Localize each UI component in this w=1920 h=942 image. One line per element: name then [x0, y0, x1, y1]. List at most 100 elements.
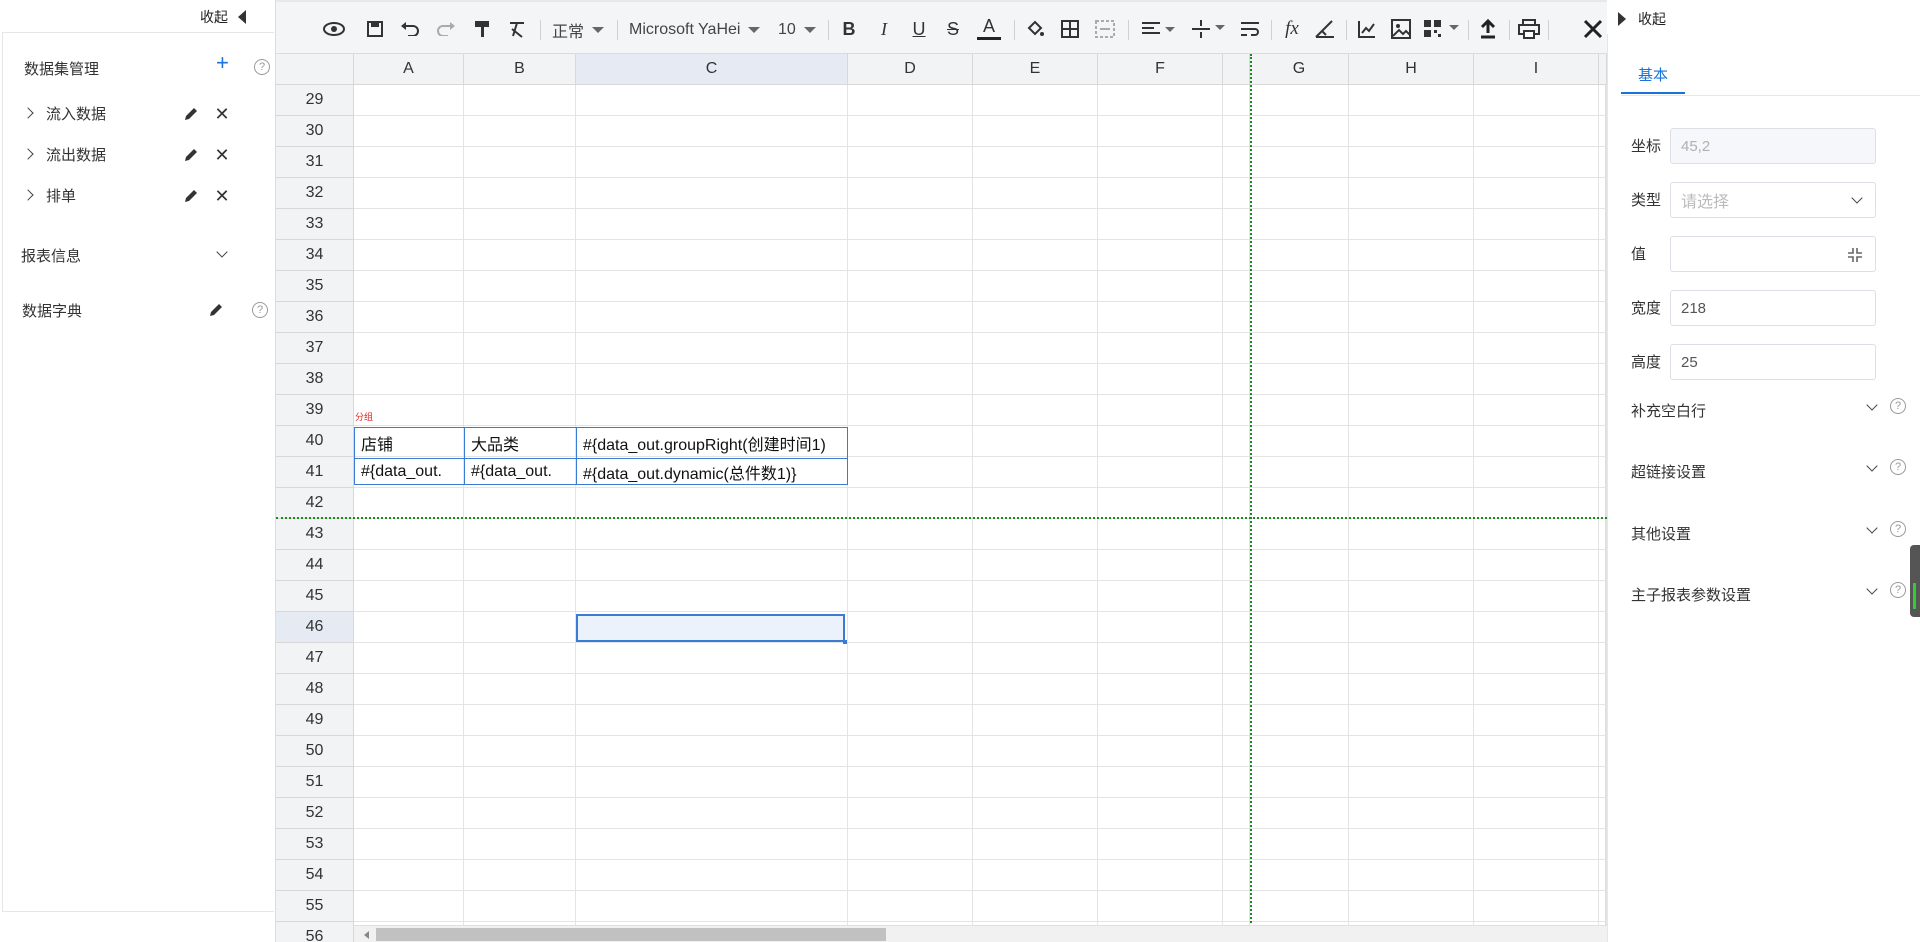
- help-icon[interactable]: ?: [1890, 582, 1906, 598]
- grid-cell[interactable]: [1599, 116, 1607, 147]
- row-header[interactable]: 44: [276, 550, 354, 581]
- dataset-item-outflow[interactable]: 流出数据: [46, 144, 106, 165]
- bold-icon[interactable]: B: [838, 16, 860, 42]
- grid-cell[interactable]: [354, 147, 464, 178]
- grid-cell[interactable]: [354, 612, 464, 643]
- grid-cell[interactable]: [1250, 240, 1349, 271]
- grid-cell[interactable]: [1599, 519, 1607, 550]
- grid-cell[interactable]: [576, 798, 848, 829]
- dataset-item-inflow[interactable]: 流入数据: [46, 103, 106, 124]
- freeze-line-vertical[interactable]: [1250, 54, 1252, 942]
- grid-cell[interactable]: [1474, 519, 1599, 550]
- format-painter-icon[interactable]: [470, 16, 494, 42]
- grid-cell[interactable]: [464, 395, 576, 426]
- grid-cell[interactable]: [576, 519, 848, 550]
- grid-cell[interactable]: [354, 116, 464, 147]
- grid-cell[interactable]: [1223, 116, 1250, 147]
- grid-cell[interactable]: [1349, 85, 1474, 116]
- edit-icon[interactable]: [183, 106, 199, 122]
- grid-cell[interactable]: [1250, 829, 1349, 860]
- grid-cell[interactable]: [1223, 364, 1250, 395]
- grid-cell[interactable]: [1349, 178, 1474, 209]
- grid-cell[interactable]: [1599, 705, 1607, 736]
- row-header[interactable]: 36: [276, 302, 354, 333]
- borders-icon[interactable]: [1058, 16, 1082, 42]
- grid-cell[interactable]: [973, 519, 1098, 550]
- clear-format-icon[interactable]: [505, 16, 529, 42]
- column-header[interactable]: H: [1349, 54, 1474, 85]
- grid-cell[interactable]: [1250, 860, 1349, 891]
- grid-cell[interactable]: [1250, 178, 1349, 209]
- grid-cell[interactable]: [1250, 581, 1349, 612]
- grid-cell[interactable]: [576, 767, 848, 798]
- grid-cell[interactable]: [354, 829, 464, 860]
- grid-cell[interactable]: [1223, 860, 1250, 891]
- grid-cell[interactable]: [1599, 426, 1607, 457]
- grid-cell[interactable]: [1349, 860, 1474, 891]
- grid-cell[interactable]: [848, 519, 973, 550]
- grid-cell[interactable]: [464, 271, 576, 302]
- grid-cell[interactable]: [1349, 705, 1474, 736]
- grid-cell[interactable]: [1349, 829, 1474, 860]
- grid-cell[interactable]: [1474, 147, 1599, 178]
- grid-cell[interactable]: [1098, 829, 1223, 860]
- fill-blank-rows-section[interactable]: 补充空白行: [1631, 400, 1706, 421]
- upload-icon[interactable]: [1475, 16, 1501, 42]
- font-family-select[interactable]: Microsoft YaHei: [629, 17, 761, 43]
- grid-cell[interactable]: [1349, 736, 1474, 767]
- grid-cell[interactable]: [1098, 85, 1223, 116]
- grid-cell[interactable]: [354, 519, 464, 550]
- grid-cell[interactable]: [464, 891, 576, 922]
- freeze-line-horizontal[interactable]: [276, 517, 1607, 519]
- grid-cell[interactable]: [848, 240, 973, 271]
- grid-cell[interactable]: [1349, 519, 1474, 550]
- grid-cell[interactable]: [1349, 612, 1474, 643]
- data-dictionary-section[interactable]: 数据字典: [22, 300, 82, 321]
- grid-cell[interactable]: [1474, 643, 1599, 674]
- grid-cell[interactable]: [848, 674, 973, 705]
- grid-cell[interactable]: [1098, 891, 1223, 922]
- grid-cell[interactable]: [1250, 798, 1349, 829]
- grid-cell[interactable]: [1349, 395, 1474, 426]
- grid-cell[interactable]: [576, 829, 848, 860]
- grid-cell[interactable]: [464, 705, 576, 736]
- row-header[interactable]: 48: [276, 674, 354, 705]
- grid-cell[interactable]: [1223, 457, 1250, 488]
- type-select[interactable]: 请选择: [1670, 182, 1876, 218]
- grid-cell[interactable]: [576, 178, 848, 209]
- grid-cell[interactable]: [1223, 240, 1250, 271]
- cell-C41[interactable]: #{data_out.dynamic(总件数1)}: [577, 459, 847, 484]
- grid-cell[interactable]: [848, 395, 973, 426]
- grid-cell[interactable]: [576, 302, 848, 333]
- edit-icon[interactable]: [183, 188, 199, 204]
- grid-cell[interactable]: [1250, 457, 1349, 488]
- grid-cell[interactable]: [1599, 860, 1607, 891]
- grid-cell[interactable]: [576, 581, 848, 612]
- grid-cell[interactable]: [1250, 395, 1349, 426]
- grid-cell[interactable]: [1599, 333, 1607, 364]
- grid-cell[interactable]: [464, 364, 576, 395]
- grid-cell[interactable]: [576, 271, 848, 302]
- grid-cell[interactable]: [1349, 240, 1474, 271]
- grid-cell[interactable]: [464, 519, 576, 550]
- grid-cell[interactable]: [1250, 488, 1349, 519]
- grid-cell[interactable]: [848, 426, 973, 457]
- grid-cell[interactable]: [1098, 240, 1223, 271]
- grid-cell[interactable]: [848, 891, 973, 922]
- hyperlink-settings-section[interactable]: 超链接设置: [1631, 461, 1706, 482]
- grid-cell[interactable]: [973, 426, 1098, 457]
- grid-cell[interactable]: [1223, 643, 1250, 674]
- grid-cell[interactable]: [1223, 736, 1250, 767]
- grid-cell[interactable]: [1474, 891, 1599, 922]
- row-header[interactable]: 32: [276, 178, 354, 209]
- grid-cell[interactable]: [973, 364, 1098, 395]
- grid-cell[interactable]: [1599, 736, 1607, 767]
- grid-cell[interactable]: [1474, 333, 1599, 364]
- grid-cell[interactable]: [1349, 581, 1474, 612]
- other-settings-section[interactable]: 其他设置: [1631, 523, 1691, 544]
- grid-cell[interactable]: [1349, 767, 1474, 798]
- grid-cell[interactable]: [354, 767, 464, 798]
- tab-basic[interactable]: 基本: [1621, 64, 1685, 94]
- grid-cell[interactable]: [464, 178, 576, 209]
- grid-cell[interactable]: [848, 302, 973, 333]
